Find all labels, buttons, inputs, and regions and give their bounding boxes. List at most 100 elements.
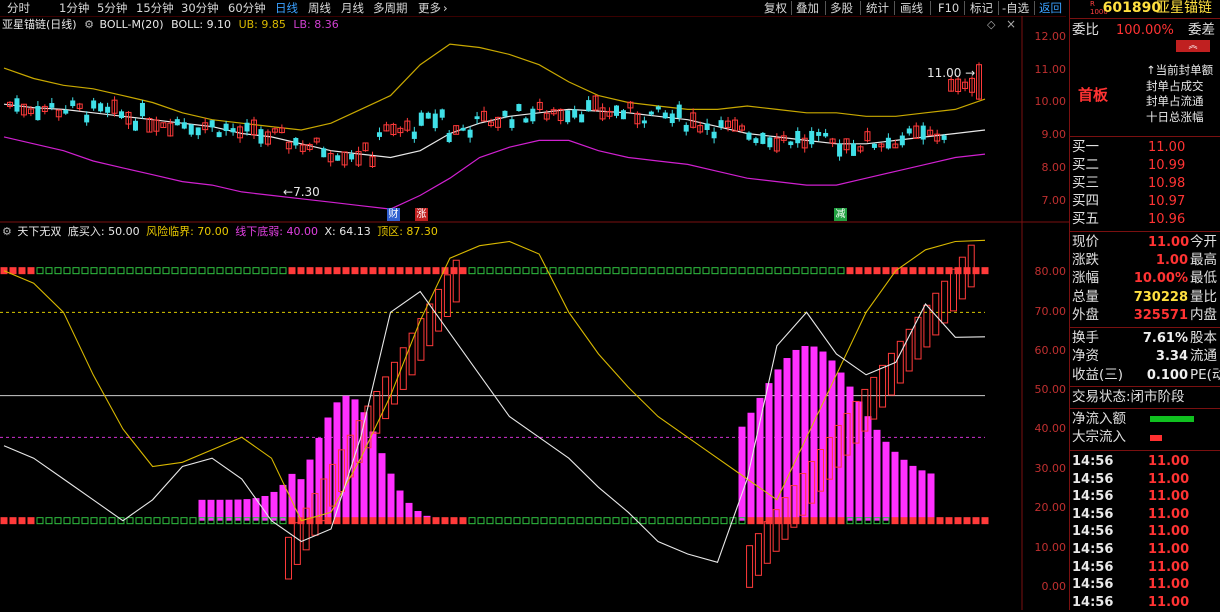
tab-multi-period[interactable]: 多周期 <box>373 0 408 16</box>
top-signal-box <box>729 267 737 275</box>
candle-body <box>711 131 717 139</box>
candle-body <box>467 129 473 138</box>
main-axis-tick: 10.00 <box>1034 95 1067 108</box>
top-signal-box <box>81 267 89 275</box>
rise-bar <box>754 533 762 576</box>
top-signal-box <box>621 267 629 275</box>
bottom-signal-box <box>324 517 332 525</box>
bottom-signal-box <box>135 517 143 525</box>
top-signal-box <box>315 267 323 275</box>
top-signal-box <box>450 267 458 275</box>
top-signal-box <box>369 267 377 275</box>
top-signal-box <box>558 267 566 275</box>
candle-body <box>941 135 947 140</box>
bottom-signal-box <box>171 517 179 525</box>
bottom-signal-box <box>468 517 476 525</box>
tab-daily[interactable]: 日线 <box>275 0 298 16</box>
top-signal-box <box>783 267 791 275</box>
tick-price: 11.00 <box>1148 471 1190 487</box>
candle-body <box>683 124 689 132</box>
bottom-signal-box <box>774 517 782 525</box>
tab-60min[interactable]: 60分钟 <box>228 0 266 16</box>
tab-fenshi[interactable]: 分时 <box>7 0 30 16</box>
bottom-signal-box <box>18 517 26 525</box>
magenta-bar <box>279 484 287 521</box>
top-signal-box <box>468 267 476 275</box>
candle-body <box>216 132 222 138</box>
sub-axis-tick: 60.00 <box>1034 344 1067 357</box>
tab-5min[interactable]: 5分钟 <box>97 0 127 16</box>
overlay-button[interactable]: 叠加 <box>796 0 819 16</box>
top-signal-box <box>360 267 368 275</box>
tab-1min[interactable]: 1分钟 <box>59 0 89 16</box>
top-signal-box <box>522 267 530 275</box>
candle-body <box>837 143 843 157</box>
bottom-signal-box <box>972 517 980 525</box>
top-signal-box <box>891 267 899 275</box>
bottom-signal-box <box>423 517 431 525</box>
collapse-icon[interactable]: ︽ <box>1176 40 1210 52</box>
back-button[interactable]: 返回 <box>1039 0 1062 16</box>
top-signal-box <box>936 267 944 275</box>
top-signal-box <box>657 267 665 275</box>
tick-price: 11.00 <box>1148 506 1190 522</box>
limit-up-event-marker[interactable]: 涨 <box>415 208 428 221</box>
bottom-signal-box <box>387 517 395 525</box>
multi-stock-button[interactable]: 多股 <box>830 0 853 16</box>
tick-time: 14:56 <box>1072 506 1114 522</box>
bottom-signal-box <box>405 517 413 525</box>
tick-row: 14:56 11.00 <box>1072 541 1189 559</box>
sub-axis-tick: 10.00 <box>1034 541 1067 554</box>
tick-time: 14:56 <box>1072 542 1114 557</box>
stat-row: 换手 7.61% 股本 <box>1072 330 1217 346</box>
candle-body <box>98 103 104 112</box>
sub-axis-tick: 50.00 <box>1034 383 1067 396</box>
bottom-signal-box <box>459 517 467 525</box>
bottom-signal-box <box>0 517 8 525</box>
bottom-signal-box <box>819 517 827 525</box>
more-arrow-icon[interactable]: › <box>443 0 448 16</box>
f10-button[interactable]: F10 <box>938 0 959 16</box>
top-signal-box <box>873 267 881 275</box>
candle-body <box>460 127 466 131</box>
tick-row: 14:56 11.00 <box>1072 453 1189 471</box>
tab-monthly[interactable]: 月线 <box>341 0 364 16</box>
top-signal-box <box>486 267 494 275</box>
ten-day-gain-label: 十日总涨幅 <box>1146 109 1204 124</box>
fuquan-button[interactable]: 复权 <box>764 0 787 16</box>
tick-price: 11.00 <box>1148 454 1190 469</box>
bottom-signal-box <box>162 517 170 525</box>
net-inflow-bar <box>1150 416 1194 422</box>
block-inflow-bar <box>1150 435 1162 441</box>
reduction-event-marker[interactable]: 减 <box>834 208 847 221</box>
magenta-bar <box>810 346 818 521</box>
candle-body <box>174 119 180 126</box>
bid-row: 买四 10.97 <box>1072 193 1186 209</box>
kline-chart[interactable] <box>0 16 1069 610</box>
bottom-signal-box <box>414 517 422 525</box>
stats-button[interactable]: 统计 <box>866 0 889 16</box>
sub-axis-tick: 70.00 <box>1034 305 1067 318</box>
add-favorite-button[interactable]: -自选 <box>1002 0 1029 16</box>
candle-body <box>14 98 20 112</box>
rise-bar <box>435 288 443 332</box>
top-signal-box <box>243 267 251 275</box>
tab-15min[interactable]: 15分钟 <box>136 0 174 16</box>
bottom-signal-box <box>144 517 152 525</box>
tab-weekly[interactable]: 周线 <box>308 0 331 16</box>
mark-button[interactable]: 标记 <box>970 0 993 16</box>
candle-body <box>809 130 815 145</box>
tab-30min[interactable]: 30分钟 <box>181 0 219 16</box>
draw-line-button[interactable]: 画线 <box>900 0 923 16</box>
top-signal-box <box>504 267 512 275</box>
bottom-signal-box <box>648 517 656 525</box>
top-signal-box <box>801 267 809 275</box>
top-signal-box <box>909 267 917 275</box>
bottom-signal-box <box>603 517 611 525</box>
magenta-bar <box>387 473 395 521</box>
top-signal-box <box>828 267 836 275</box>
tab-more[interactable]: 更多 <box>418 0 441 16</box>
rise-bar <box>870 376 878 420</box>
top-signal-box <box>954 267 962 275</box>
finance-event-marker[interactable]: 财 <box>387 208 400 221</box>
